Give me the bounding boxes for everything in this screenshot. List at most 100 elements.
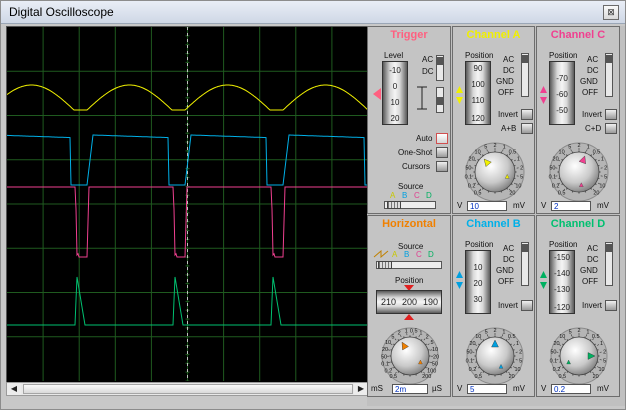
horizontal-value-field[interactable]: 2m xyxy=(392,384,428,394)
horizontal-source-a: A xyxy=(392,250,398,259)
knob-scale-label: 200 xyxy=(422,374,431,380)
knob-body xyxy=(558,151,600,193)
knob-scale-label: 20 xyxy=(509,191,515,197)
knob-scale-label: 20 xyxy=(593,191,599,197)
channel-c-position-drum[interactable]: -70 -60 -50 xyxy=(549,61,575,125)
scroll-thumb[interactable] xyxy=(23,384,353,394)
knob-scale-label: 2 xyxy=(426,334,429,340)
horizontal-section: Horizontal Source A B C D Position 210 2… xyxy=(367,215,451,397)
knob-scale-label: 0.2 xyxy=(552,184,560,190)
knob-scale-label: 5 xyxy=(519,359,522,365)
trigger-section: Trigger Level -10 0 10 20 AC DC Auto One… xyxy=(367,26,451,214)
channel-b-position-drum[interactable]: 10 20 30 xyxy=(465,250,491,314)
knob-scale-label: 0.1 xyxy=(465,175,473,181)
channel-a-mv-unit: mV xyxy=(513,201,525,210)
trigger-coupling-switch[interactable] xyxy=(436,55,444,81)
scroll-left-button[interactable]: ◀ xyxy=(7,383,21,395)
knob-scale-label: 0.2 xyxy=(468,184,476,190)
channel-b-section: Channel B Position 10 20 30 AC DC GND OF… xyxy=(452,215,535,397)
horizontal-source-c: C xyxy=(416,250,422,259)
channel-b-title: Channel B xyxy=(466,218,521,230)
channel-d-section: Channel D Position -150 -140 -130 -120 A… xyxy=(536,215,620,397)
trigger-edge-switch[interactable] xyxy=(436,87,444,113)
channel-d-invert-label: Invert xyxy=(582,301,603,310)
channel-c-dc-label: DC xyxy=(587,66,599,75)
knob-scale-label: 0.2 xyxy=(553,367,561,373)
knob-scale-label: 1 xyxy=(517,157,520,163)
channel-b-value-field[interactable]: 5 xyxy=(467,384,507,394)
channel-a-position-drum[interactable]: 90 100 110 120 xyxy=(465,61,491,125)
knob-scale-label: 20 xyxy=(433,354,439,360)
knob-scale-label: 0.2 xyxy=(384,368,392,374)
knob-scale-label: 20 xyxy=(469,341,475,347)
channel-d-invert-button[interactable] xyxy=(605,300,617,311)
trigger-dc-label: DC xyxy=(422,67,434,76)
channel-c-volts-knob[interactable]: 0.50.20.15020105 2 10.51251020 xyxy=(541,135,617,201)
channel-a-dc-label: DC xyxy=(503,66,515,75)
channel-b-coupling-switch[interactable] xyxy=(521,242,529,286)
channel-a-position-arrows-icon xyxy=(456,86,463,104)
knob-scale-label: 50 xyxy=(549,165,555,171)
trigger-level-drum[interactable]: -10 0 10 20 xyxy=(382,61,408,125)
channel-d-gnd-label: GND xyxy=(580,266,598,275)
channel-c-position-arrows-icon xyxy=(540,86,547,104)
knob-scale-label: 20 xyxy=(469,157,475,163)
channel-b-position-arrows-icon xyxy=(456,271,463,289)
horizontal-scrollbar[interactable]: ◀ ▶ xyxy=(6,382,369,396)
channel-d-value-field[interactable]: 0.2 xyxy=(551,384,591,394)
channel-a-coupling-switch[interactable] xyxy=(521,53,529,97)
horizontal-title: Horizontal xyxy=(382,218,436,230)
channel-c-ac-label: AC xyxy=(587,55,599,64)
knob-scale-label: 10 xyxy=(385,340,391,346)
channel-c-mv-unit: mV xyxy=(597,201,609,210)
channel-c-off-label: OFF xyxy=(582,88,598,97)
knob-scale-label: 2 xyxy=(398,330,401,336)
knob-scale-label: 1 xyxy=(600,341,603,347)
knob-scale-label: 2 xyxy=(520,165,523,171)
knob-scale-label: 0.1 xyxy=(550,359,558,365)
knob-scale-label: 2 xyxy=(604,165,607,171)
channel-a-value-field[interactable]: 10 xyxy=(467,201,507,211)
knob-scale-label: 20 xyxy=(553,157,559,163)
knob-scale-label: 5 xyxy=(391,334,394,340)
channel-b-volts-knob[interactable]: 0.50.20.15020105 2 10.51251020 xyxy=(457,320,533,384)
trigger-cursors-button[interactable] xyxy=(436,161,448,172)
channel-c-invert-button[interactable] xyxy=(605,109,617,120)
knob-body xyxy=(390,336,430,376)
trigger-level-label: Level xyxy=(384,51,404,60)
knob-scale-label: 5 xyxy=(520,175,523,181)
trigger-auto-button[interactable] xyxy=(436,133,448,144)
knob-scale-label: 10 xyxy=(598,367,604,373)
channel-a-section: Channel A Position 90 100 110 120 AC DC … xyxy=(452,26,535,214)
channel-b-invert-label: Invert xyxy=(498,301,519,310)
horizontal-source-slider[interactable] xyxy=(376,261,442,269)
channel-a-volts-knob[interactable]: 0.50.20.15020105 2 10.51251020 xyxy=(457,135,533,201)
channel-c-combine-button[interactable] xyxy=(605,123,617,134)
trigger-source-slider[interactable] xyxy=(384,201,436,209)
channel-d-off-label: OFF xyxy=(582,277,598,286)
scope-screen xyxy=(6,26,369,396)
channel-a-invert-button[interactable] xyxy=(521,109,533,120)
channel-d-position-drum[interactable]: -150 -140 -130 -120 xyxy=(549,250,575,314)
channel-a-combine-label: A+B xyxy=(501,124,517,133)
channel-c-coupling-switch[interactable] xyxy=(605,53,613,97)
knob-scale-label: 50 xyxy=(466,350,472,356)
channel-d-coupling-switch[interactable] xyxy=(605,242,613,286)
channel-a-combine-button[interactable] xyxy=(521,123,533,134)
channel-c-combine-label: C+D xyxy=(585,124,602,133)
knob-scale-label: 20 xyxy=(509,374,515,380)
horizontal-position-drum[interactable]: 210 200 190 xyxy=(376,290,442,314)
horizontal-source-b: B xyxy=(404,250,410,259)
channel-c-value-field[interactable]: 2 xyxy=(551,201,591,211)
trigger-ac-label: AC xyxy=(422,55,434,64)
knob-scale-label: 20 xyxy=(553,341,559,347)
trigger-oneshot-button[interactable] xyxy=(436,147,448,158)
close-button[interactable]: ⊠ xyxy=(603,5,619,20)
channel-d-volts-knob[interactable]: 0.50.20.15020105 2 10.51251020 xyxy=(541,320,617,384)
channel-b-invert-button[interactable] xyxy=(521,300,533,311)
trigger-source-label: Source xyxy=(398,182,424,191)
horizontal-timebase-knob[interactable]: 0.50.20.150201052 1 0.5 125102050100200 xyxy=(370,320,450,384)
channel-b-off-label: OFF xyxy=(498,277,514,286)
scroll-right-button[interactable]: ▶ xyxy=(354,383,368,395)
knob-scale-label: 0.1 xyxy=(549,175,557,181)
